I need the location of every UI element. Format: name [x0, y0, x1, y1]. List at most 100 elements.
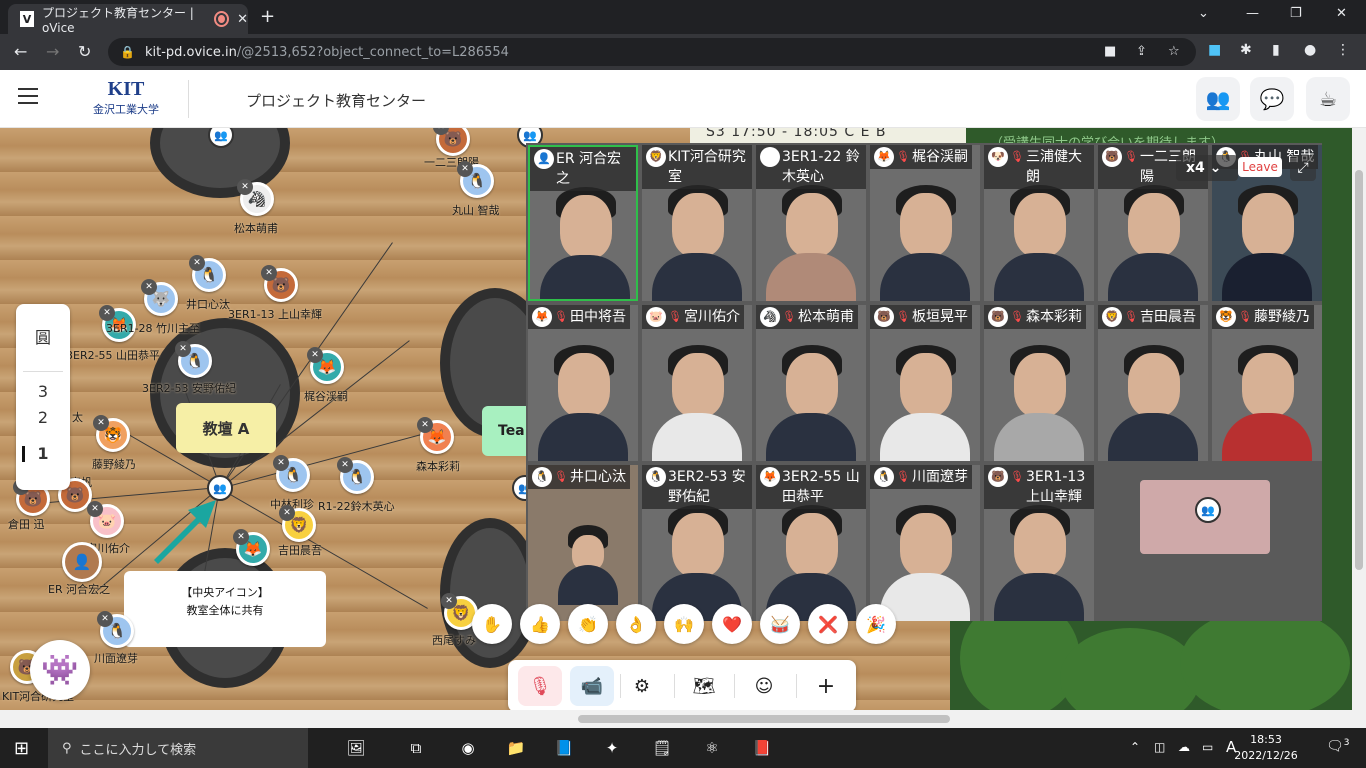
vertical-scrollbar[interactable]	[1352, 128, 1366, 710]
notifications-icon[interactable]: 🗨3	[1326, 738, 1350, 755]
settings-button[interactable]: ⚙	[620, 666, 664, 706]
reaction-ok[interactable]: 👌	[616, 604, 656, 644]
avatar[interactable]: ✕ 🐷	[87, 501, 124, 538]
side-panel-icon[interactable]: ▮	[1272, 42, 1280, 58]
task-view-icon[interactable]: ⧉	[402, 734, 430, 762]
video-tile[interactable]: 🦁 🎙 吉田晨吾	[1098, 305, 1208, 461]
members-button[interactable]: 👥	[1196, 77, 1240, 121]
avatar[interactable]: ✕ 🦊	[307, 347, 344, 384]
coffee-button[interactable]: ☕	[1306, 77, 1350, 121]
new-tab-button[interactable]: +	[260, 6, 275, 27]
meet-now-icon[interactable]: ◫	[1154, 740, 1165, 754]
file-explorer-icon[interactable]: 📁	[502, 734, 530, 762]
emoji-button[interactable]: ☺	[742, 666, 786, 706]
minimize-button[interactable]: —	[1246, 6, 1259, 21]
tab-search-icon[interactable]: ⌄	[1198, 6, 1209, 21]
avatar[interactable]: ✕ 🐧	[457, 161, 494, 198]
system-clock[interactable]: 18:53 2022/12/26	[1232, 732, 1300, 764]
video-tile[interactable]: 🐶 🎙 三浦健大朗	[984, 145, 1094, 301]
avatar[interactable]: ✕ 🦊	[233, 529, 270, 566]
onedrive-icon[interactable]: ☁	[1178, 740, 1190, 754]
avatar[interactable]: ✕ 🦊	[417, 417, 454, 454]
video-tile[interactable]: 🦁 KIT河合研究室	[642, 145, 752, 301]
reaction-thumbs-up[interactable]: 👍	[520, 604, 560, 644]
video-tile[interactable]: 🐯 🎙 藤野綾乃	[1212, 305, 1322, 461]
video-tile[interactable]: 🐷 🎙 宮川佑介	[642, 305, 752, 461]
avatar[interactable]: ✕🐻	[433, 128, 470, 156]
leave-button[interactable]: Leave	[1238, 157, 1282, 177]
acrobat-icon[interactable]: 📕	[748, 734, 776, 762]
chrome-icon[interactable]: ◉	[454, 734, 482, 762]
share-icon[interactable]: ⇪	[1136, 44, 1147, 59]
scroll-thumb[interactable]	[1355, 170, 1363, 570]
floor-2-button[interactable]: 2	[16, 408, 70, 427]
video-tile[interactable]: 🐧 🎙 川面遼芽	[870, 465, 980, 621]
avatar[interactable]: ✕ 🦁	[279, 505, 316, 542]
video-tile[interactable]: 🦊 🎙 梶谷渓嗣	[870, 145, 980, 301]
reaction-raised-hands[interactable]: 🙌	[664, 604, 704, 644]
reaction-raise-hand[interactable]: ✋	[472, 604, 512, 644]
expand-icon[interactable]: ⤢	[1290, 155, 1316, 181]
browser-tab[interactable]: V プロジェクト教育センター | oVice ✕	[8, 4, 248, 35]
floor-3-button[interactable]: 3	[23, 371, 63, 401]
back-icon[interactable]: ←	[14, 42, 27, 61]
notes-app-icon[interactable]: 📘	[550, 734, 578, 762]
map-button[interactable]: 🗺	[682, 666, 726, 706]
mic-toggle-button[interactable]: 🎙	[518, 666, 562, 706]
url-field[interactable]: 🔒 kit-pd.ovice.in/@2513,652?object_conne…	[108, 38, 1196, 66]
reaction-heart[interactable]: ❤️	[712, 604, 752, 644]
reaction-cross[interactable]: ❌	[808, 604, 848, 644]
reaction-clap[interactable]: 👏	[568, 604, 608, 644]
video-tile[interactable]: 👤 ER 河合宏之	[528, 145, 638, 301]
video-tile[interactable]: 🐧 3ER2-53 安野佑紀	[642, 465, 752, 621]
chat-button[interactable]: 💬	[1250, 77, 1294, 121]
video-tile[interactable]: 🐧 🎙 井口心汰	[528, 465, 638, 621]
avatar[interactable]: ✕ 🐧	[175, 341, 212, 378]
extension-icon[interactable]: ■	[1208, 42, 1221, 58]
avatar[interactable]: ✕ 🐧	[273, 455, 310, 492]
avatar[interactable]: ✕ 🐧	[337, 457, 374, 494]
video-tile[interactable]: 🦓 🎙 松本萌甫	[756, 305, 866, 461]
battery-icon[interactable]: ▭	[1202, 740, 1213, 754]
camera-permission-icon[interactable]: ■	[1104, 44, 1116, 59]
news-widget-icon[interactable]: 🖼	[326, 734, 386, 762]
add-button[interactable]: +	[804, 666, 848, 706]
forward-icon[interactable]: →	[46, 42, 59, 61]
maximize-button[interactable]: ❐	[1290, 6, 1302, 21]
scroll-thumb[interactable]	[578, 715, 950, 723]
avatar[interactable]: ✕ 🦓	[237, 179, 274, 216]
reaction-party[interactable]: 🎉	[856, 604, 896, 644]
close-window-button[interactable]: ✕	[1336, 6, 1347, 21]
video-tile[interactable]: 🐻 🎙 森本彩莉	[984, 305, 1094, 461]
video-tile[interactable]: 🐻 🎙 板垣晃平	[870, 305, 980, 461]
taskbar-search[interactable]: ⚲ ここに入力して検索	[48, 728, 308, 768]
reload-icon[interactable]: ↻	[78, 42, 91, 61]
avatar[interactable]: ✕ 🐧	[189, 255, 226, 292]
zoom-dropdown[interactable]: x4 ⌄	[1176, 155, 1238, 181]
profile-icon[interactable]: ●	[1304, 42, 1316, 58]
horizontal-scrollbar[interactable]	[0, 710, 1366, 728]
windows-start-icon[interactable]: ⊞	[14, 738, 29, 759]
close-tab-icon[interactable]: ✕	[237, 12, 248, 27]
tray-expand-icon[interactable]: ⌃	[1130, 740, 1140, 754]
atom-icon[interactable]: ⚛	[698, 734, 726, 762]
hamburger-menu-icon[interactable]	[18, 88, 38, 104]
avatar[interactable]: ✕ 🐯	[93, 415, 130, 452]
assistant-bot-button[interactable]: 👾	[30, 640, 90, 700]
video-tile[interactable]: 🐵 3ER1-22 鈴木英心	[756, 145, 866, 301]
chrome-menu-icon[interactable]: ⋮	[1336, 42, 1350, 58]
avatar[interactable]: ✕🐻	[261, 265, 298, 302]
camera-toggle-button[interactable]: 📹	[570, 666, 614, 706]
group-icon[interactable]: 👥	[1195, 497, 1221, 523]
avatar[interactable]: ✕ 🐧	[97, 611, 134, 648]
video-tile[interactable]: 🐻 🎙 3ER1-13 上山幸輝	[984, 465, 1094, 621]
avatar[interactable]: ✕ 🐺	[141, 279, 178, 316]
sticky-notes-icon[interactable]: 🗒	[648, 734, 676, 762]
puzzle-extensions-icon[interactable]: ✱	[1240, 42, 1252, 58]
bookmark-star-icon[interactable]: ☆	[1168, 44, 1180, 59]
video-tile[interactable]: 🦊 3ER2-55 山田恭平	[756, 465, 866, 621]
video-tile[interactable]: 🦊 🎙 田中将吾	[528, 305, 638, 461]
reaction-drum[interactable]: 🥁	[760, 604, 800, 644]
slack-icon[interactable]: ✦	[598, 734, 626, 762]
avatar-photo[interactable]: 👤	[62, 542, 102, 582]
